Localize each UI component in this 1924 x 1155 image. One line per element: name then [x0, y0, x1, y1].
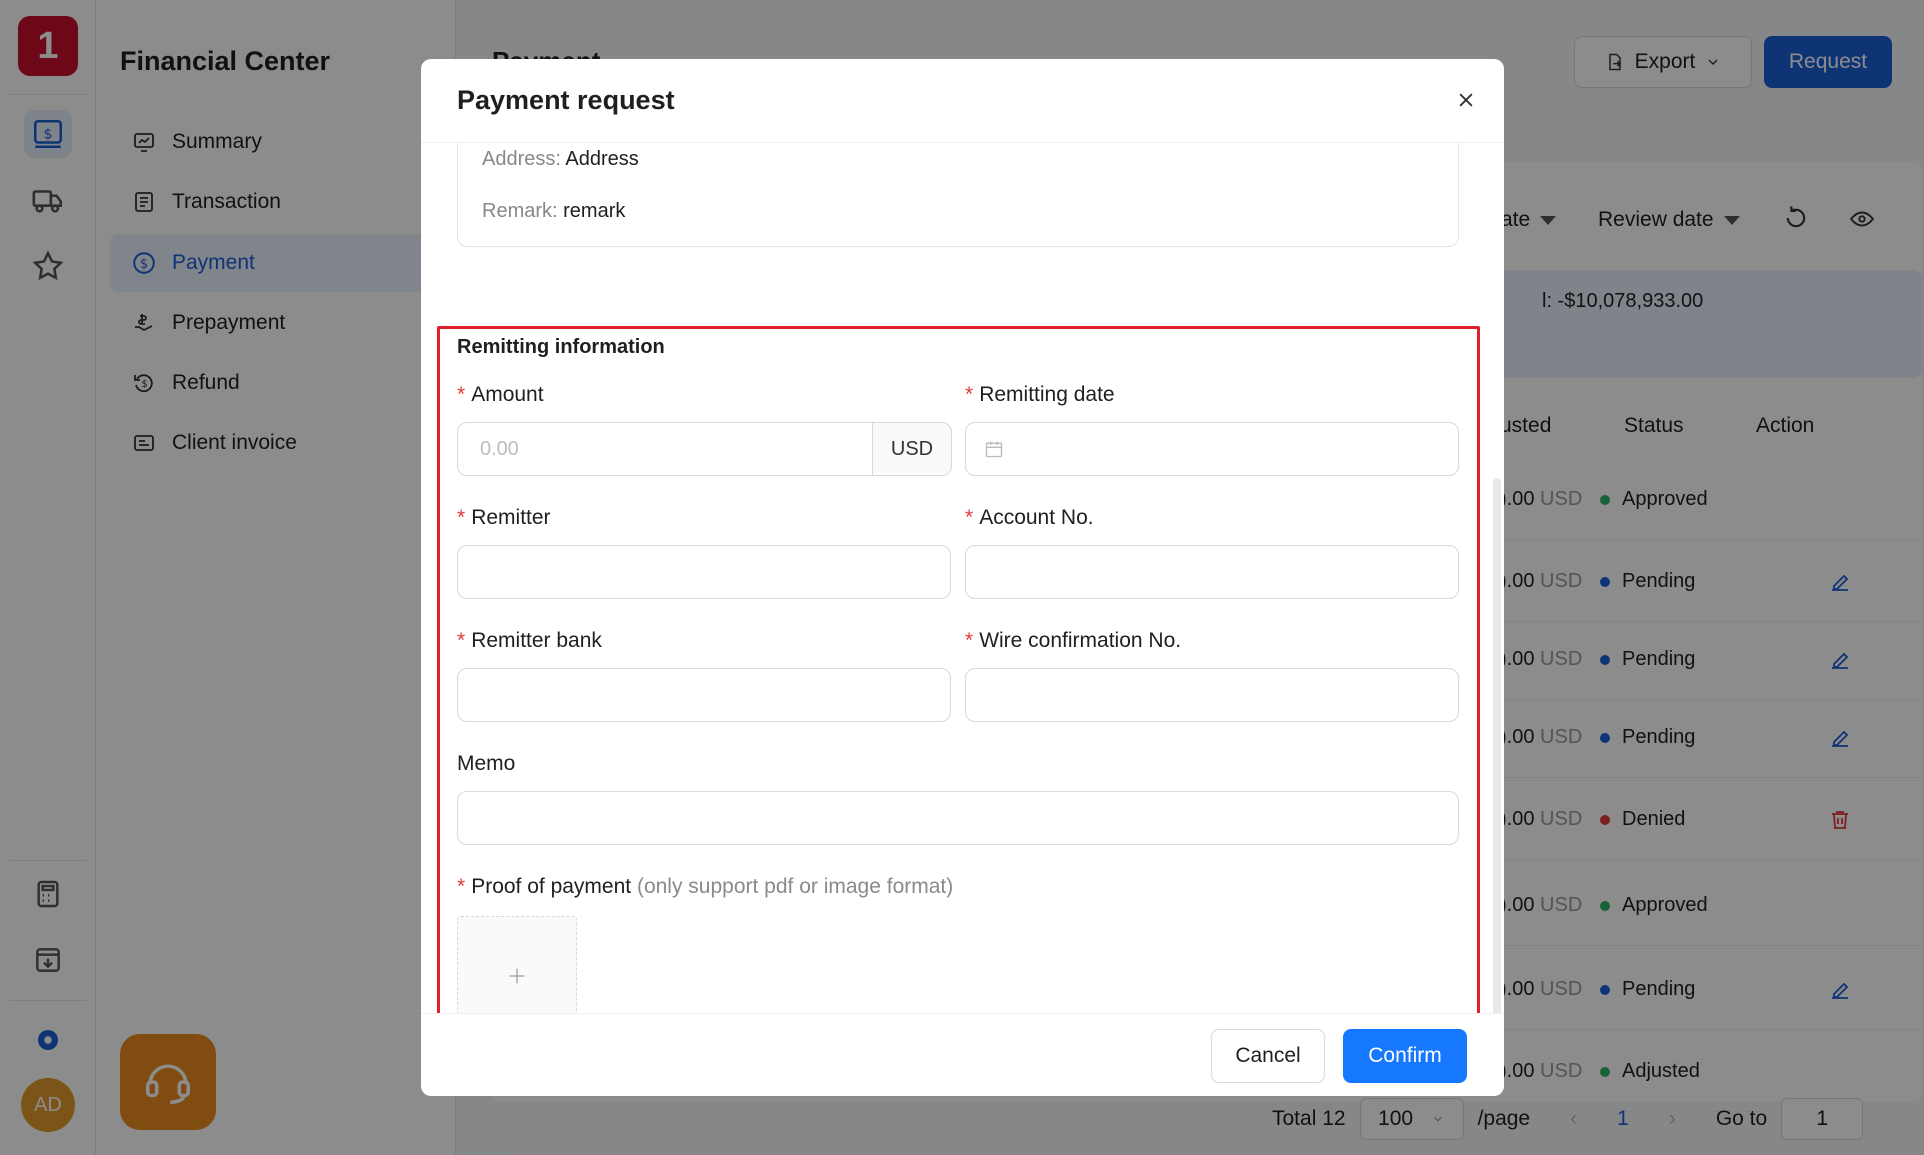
remitter-label: * Remitter [457, 506, 551, 529]
close-icon[interactable] [1451, 85, 1481, 115]
modal-title: Payment request [457, 85, 675, 115]
modal-footer: Cancel Confirm [421, 1013, 1504, 1096]
address-line: Address: Address [482, 148, 639, 170]
plus-icon [509, 968, 525, 984]
remitting-info-title: Remitting information [457, 336, 665, 358]
remitter-bank-input[interactable] [457, 668, 951, 722]
proof-upload-button[interactable] [457, 916, 577, 1013]
remitting-date-input[interactable] [965, 422, 1459, 476]
amount-label: * Amount [457, 383, 544, 406]
remitting-date-label: * Remitting date [965, 383, 1115, 406]
remitter-input[interactable] [457, 545, 951, 599]
account-no-label: * Account No. [965, 506, 1094, 529]
memo-input[interactable] [457, 791, 1459, 845]
remitter-bank-label: * Remitter bank [457, 629, 602, 652]
memo-label: Memo [457, 752, 516, 775]
proof-label: * Proof of payment (only support pdf or i… [457, 875, 954, 898]
amount-input[interactable]: 0.00 [457, 422, 873, 476]
modal-header: Payment request [421, 59, 1504, 143]
cancel-button[interactable]: Cancel [1211, 1029, 1325, 1083]
currency-addon: USD [872, 422, 952, 476]
wire-no-label: * Wire confirmation No. [965, 629, 1182, 652]
modal-scrollbar[interactable] [1493, 478, 1501, 1013]
request-info-box: Address: Address Remark: remark [457, 143, 1459, 247]
account-no-input[interactable] [965, 545, 1459, 599]
confirm-button[interactable]: Confirm [1343, 1029, 1467, 1083]
payment-request-modal: Payment request Address: Address Remark:… [421, 59, 1504, 1096]
calendar-icon [985, 441, 1003, 458]
remark-line: Remark: remark [482, 200, 626, 222]
modal-body[interactable]: Address: Address Remark: remark Remittin… [421, 143, 1504, 1013]
wire-no-input[interactable] [965, 668, 1459, 722]
